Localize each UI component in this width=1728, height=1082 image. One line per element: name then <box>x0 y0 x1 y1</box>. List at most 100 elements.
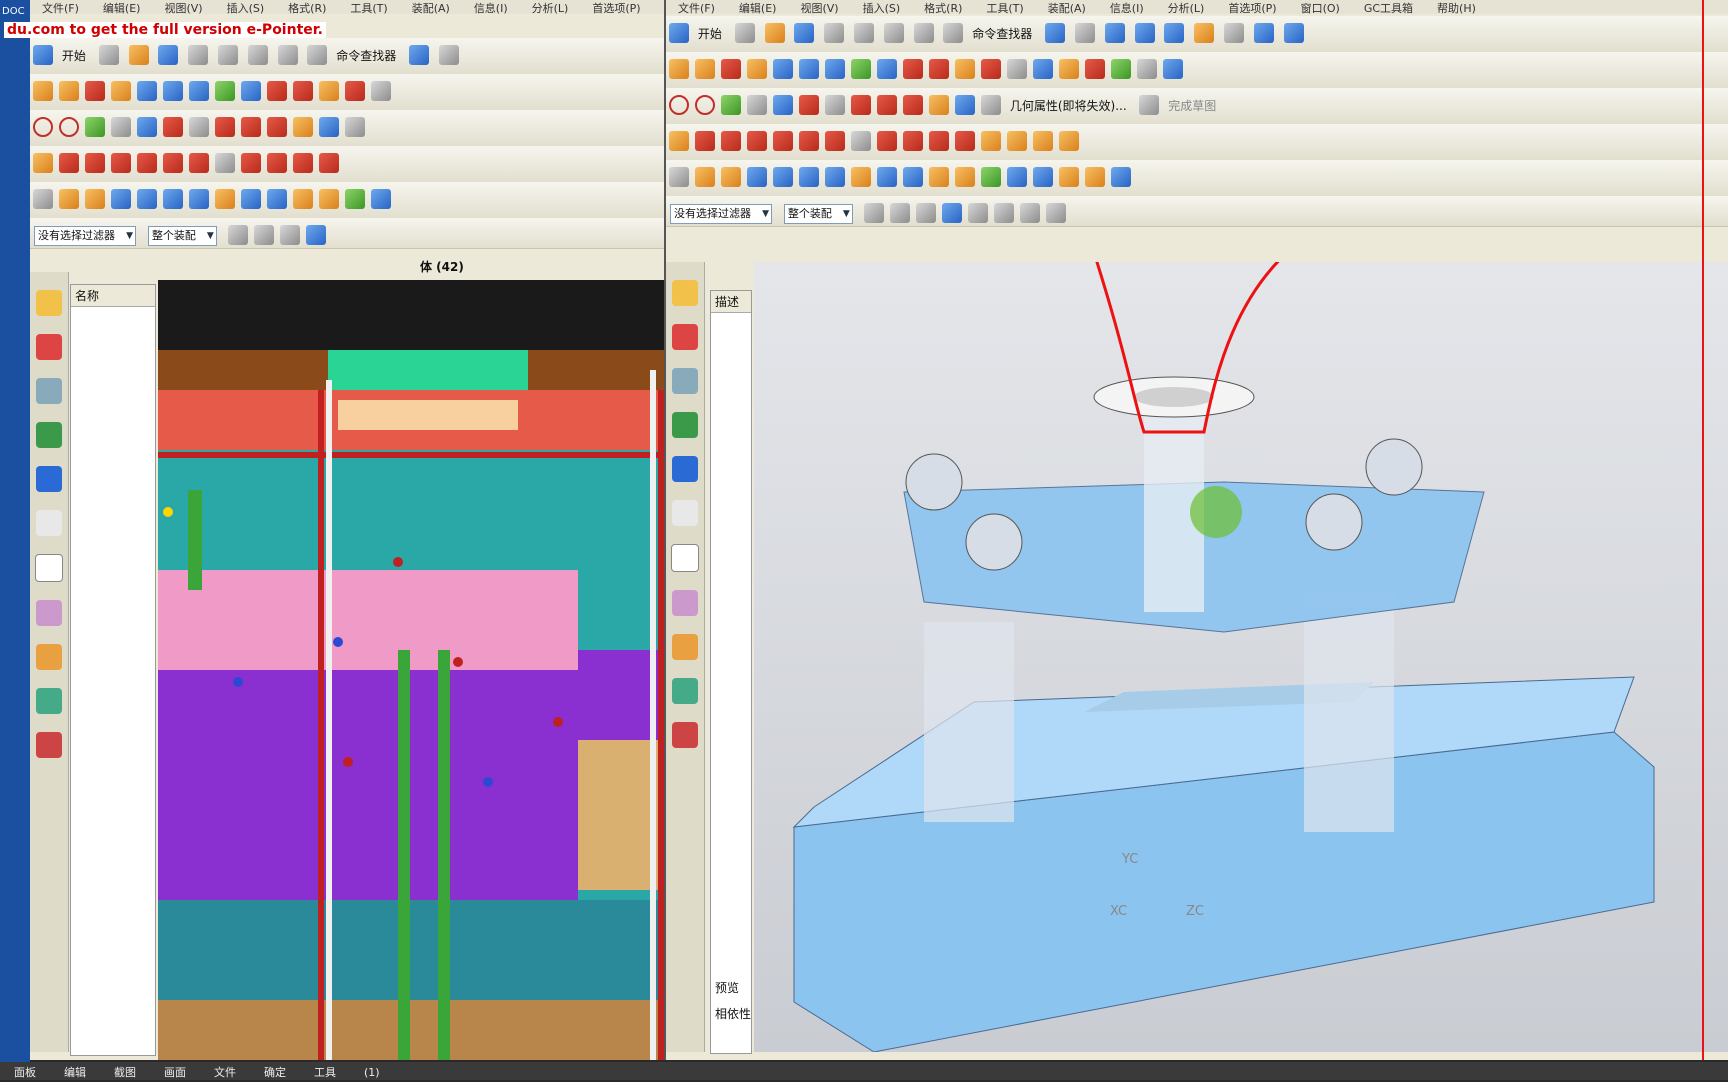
groove-icon[interactable] <box>981 167 1001 187</box>
menu-item[interactable]: 首选项(P) <box>1216 0 1288 14</box>
trim-icon[interactable] <box>877 59 897 79</box>
geometry-property-button[interactable]: 几何属性(即将失效)... <box>1010 97 1127 114</box>
project-curve-icon[interactable] <box>267 117 287 137</box>
taskbar-item[interactable]: 工具 <box>300 1062 350 1082</box>
offset-icon[interactable] <box>851 59 871 79</box>
menu-item[interactable]: 格式(R) <box>912 0 974 14</box>
component-icon[interactable] <box>305 225 326 245</box>
fit-icon[interactable] <box>1104 23 1125 43</box>
command-finder-button[interactable]: 命令查找器 <box>336 47 396 64</box>
cylinder-icon[interactable] <box>773 167 793 187</box>
sew-icon[interactable] <box>903 59 923 79</box>
new-file-icon[interactable] <box>98 45 119 65</box>
offset-curve-icon[interactable] <box>215 117 235 137</box>
sew-icon[interactable] <box>267 81 287 101</box>
sphere-icon[interactable] <box>825 167 845 187</box>
extrude-icon[interactable] <box>85 81 105 101</box>
undo-icon[interactable] <box>277 45 298 65</box>
reuse-library-icon[interactable] <box>672 412 698 438</box>
draft-icon[interactable] <box>1033 59 1053 79</box>
taskbar-item[interactable]: (1) <box>350 1064 394 1081</box>
save-icon[interactable] <box>158 45 179 65</box>
start-button[interactable]: 开始 <box>62 47 86 64</box>
insert-icon[interactable] <box>721 167 741 187</box>
view-icon[interactable] <box>409 45 430 65</box>
nav-column-header[interactable]: 描述 <box>711 291 751 313</box>
intersect-icon[interactable] <box>1111 59 1131 79</box>
menu-item[interactable]: 插入(S) <box>851 0 913 14</box>
arc-icon[interactable] <box>695 95 715 115</box>
palette-icon[interactable] <box>672 590 698 616</box>
menu-item[interactable]: 窗口(O) <box>1289 0 1352 14</box>
insert-icon[interactable] <box>85 189 105 209</box>
cylinder-icon[interactable] <box>137 189 157 209</box>
rib-icon[interactable] <box>1059 167 1079 187</box>
taskbar-item[interactable]: 确定 <box>250 1062 300 1082</box>
filter-select[interactable]: 没有选择过滤器 <box>670 204 772 224</box>
menu-item[interactable]: 工具(T) <box>338 0 399 14</box>
block-icon[interactable] <box>747 167 767 187</box>
pad-icon[interactable] <box>929 167 949 187</box>
analysis-icon[interactable] <box>1033 131 1053 151</box>
length-icon[interactable] <box>799 131 819 151</box>
polygon-icon[interactable] <box>137 117 157 137</box>
snap-icon[interactable] <box>863 203 884 223</box>
process-icon[interactable] <box>36 688 62 714</box>
role-icon[interactable] <box>672 634 698 660</box>
text-icon[interactable] <box>825 95 845 115</box>
patch-icon[interactable] <box>293 81 313 101</box>
divide-curve-icon[interactable] <box>85 153 105 173</box>
history-icon[interactable] <box>36 510 62 536</box>
undo-icon[interactable] <box>913 23 934 43</box>
patch-icon[interactable] <box>929 59 949 79</box>
length-icon[interactable] <box>163 153 183 173</box>
menu-item[interactable]: 首选项(P) <box>580 0 652 14</box>
menu-item[interactable]: 帮助(H) <box>1425 0 1488 14</box>
assembly-nav-icon[interactable] <box>36 290 62 316</box>
endpoint-snap-icon[interactable] <box>967 203 988 223</box>
circle-pt-icon[interactable] <box>293 153 313 173</box>
menu-item[interactable]: 信息(I) <box>462 0 520 14</box>
sketch-icon[interactable] <box>33 81 53 101</box>
taskbar-item[interactable]: 截图 <box>100 1062 150 1082</box>
system-icon[interactable] <box>672 722 698 748</box>
taskbar-item[interactable]: 画面 <box>150 1062 200 1082</box>
line-icon[interactable] <box>669 95 689 115</box>
left-graphics-viewport[interactable] <box>158 280 664 1060</box>
bridge-curve-icon[interactable] <box>877 95 897 115</box>
copy-icon[interactable] <box>853 23 874 43</box>
chamfer-curve-icon[interactable] <box>137 153 157 173</box>
taskbar-item[interactable]: 编辑 <box>50 1062 100 1082</box>
snap-icon[interactable] <box>227 225 248 245</box>
redo-icon[interactable] <box>307 45 328 65</box>
fillet-curve-icon[interactable] <box>111 153 131 173</box>
polygon-icon[interactable] <box>773 95 793 115</box>
hole-icon[interactable] <box>215 189 235 209</box>
rectangle-select-icon[interactable] <box>915 203 936 223</box>
reuse-library-icon[interactable] <box>36 422 62 448</box>
finish-sketch-button[interactable]: 完成草图 <box>1168 97 1216 114</box>
assembly-select[interactable]: 整个装配 <box>783 204 853 224</box>
cut-icon[interactable] <box>824 23 845 43</box>
extend-icon[interactable] <box>267 153 287 173</box>
chamfer-icon[interactable] <box>345 81 365 101</box>
info-icon[interactable] <box>438 45 459 65</box>
right-graphics-viewport[interactable]: YC XC ZC <box>754 262 1728 1052</box>
mirror-icon[interactable] <box>1137 59 1157 79</box>
extract-curve-icon[interactable] <box>955 95 975 115</box>
line-icon[interactable] <box>33 117 53 137</box>
menu-item[interactable]: 编辑(E) <box>91 0 153 14</box>
bridge-curve-icon[interactable] <box>241 117 261 137</box>
shell-icon[interactable] <box>371 81 391 101</box>
menu-item[interactable]: 装配(A) <box>1036 0 1098 14</box>
paste-icon[interactable] <box>883 23 904 43</box>
intersect-curve-icon[interactable] <box>293 117 313 137</box>
taskbar-item[interactable]: 文件 <box>200 1062 250 1082</box>
pattern-icon[interactable] <box>1007 167 1027 187</box>
slot-icon[interactable] <box>955 167 975 187</box>
web-browser-icon[interactable] <box>36 466 62 492</box>
menu-item[interactable]: 分析(L) <box>520 0 581 14</box>
project-curve-icon[interactable] <box>903 95 923 115</box>
sphere-icon[interactable] <box>189 189 209 209</box>
datum-plane-icon[interactable] <box>59 81 79 101</box>
